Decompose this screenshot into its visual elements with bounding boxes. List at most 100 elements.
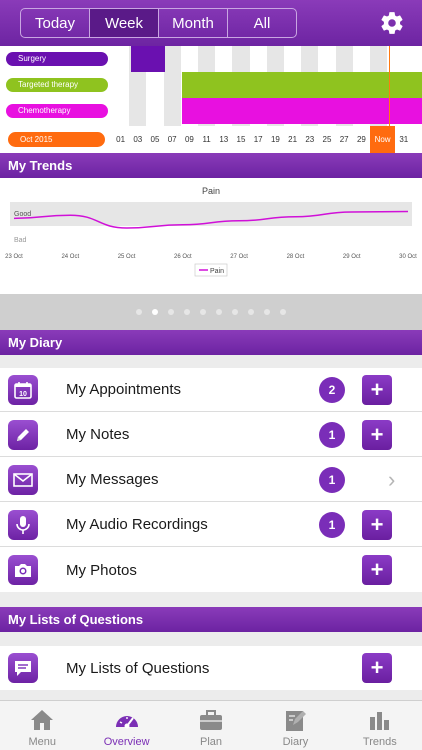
timeline-date-axis: Oct 2015 01 03 05 07 09 11 13 15 17 19 21 23 25 27 29 N… — [0, 126, 422, 153]
date-cell[interactable]: 13 — [215, 126, 232, 153]
date-cell[interactable]: 29 — [353, 126, 370, 153]
chevron-right-icon[interactable]: › — [388, 467, 395, 493]
pencil-icon — [8, 419, 38, 450]
page-indicator[interactable] — [0, 294, 422, 330]
questions-row[interactable]: My Lists of Questions + — [0, 646, 422, 690]
add-question-list-button[interactable]: + — [362, 653, 392, 683]
x-tick-label: 28 Oct — [287, 254, 305, 260]
page-dot[interactable] — [216, 309, 222, 315]
date-cell[interactable]: 31 — [395, 126, 412, 153]
add-note-button[interactable]: + — [362, 419, 392, 450]
y-label-bad: Bad — [14, 237, 27, 244]
segment-all[interactable]: All — [228, 9, 296, 37]
diary-list: 10 My Appointments 2 + My Notes 1 + My M… — [0, 368, 422, 592]
questions-list: My Lists of Questions + — [0, 646, 422, 690]
date-cell[interactable]: 03 — [129, 126, 146, 153]
diary-row-notes[interactable]: My Notes 1 + — [0, 413, 422, 457]
tab-label-overview: Overview — [103, 736, 150, 748]
targeted-therapy-bar — [182, 72, 422, 98]
y-label-good: Good — [14, 211, 31, 218]
badge-messages-count: 1 — [319, 466, 345, 493]
date-cell[interactable]: 01 — [112, 126, 129, 153]
section-header-questions: My Lists of Questions — [0, 607, 422, 632]
add-photo-button[interactable]: + — [362, 555, 392, 585]
segment-month[interactable]: Month — [159, 9, 228, 37]
badge-appointments-count: 2 — [319, 376, 345, 403]
x-tick-label: 29 Oct — [343, 254, 361, 260]
page-dot[interactable] — [152, 309, 158, 315]
notebook-icon — [286, 711, 307, 731]
date-cell[interactable]: 09 — [181, 126, 198, 153]
page-dot[interactable] — [168, 309, 174, 315]
page-dot[interactable] — [280, 309, 286, 315]
microphone-icon — [8, 509, 38, 540]
section-header-trends: My Trends — [0, 153, 422, 178]
speedometer-icon — [115, 716, 138, 729]
page-dot[interactable] — [232, 309, 238, 315]
tab-bar: Menu Overview Plan Diary Trends — [0, 700, 422, 750]
home-icon — [31, 710, 54, 730]
legend-label-pain: Pain — [210, 268, 224, 275]
page-dot[interactable] — [200, 309, 206, 315]
briefcase-icon — [200, 710, 223, 730]
segment-today[interactable]: Today — [21, 9, 90, 37]
date-cell[interactable]: 17 — [250, 126, 267, 153]
page-dot[interactable] — [184, 309, 190, 315]
row-label-photos: My Photos — [66, 561, 137, 579]
tab-overview[interactable]: Overview — [84, 701, 168, 750]
camera-icon — [8, 555, 38, 585]
chemotherapy-bar — [182, 98, 422, 124]
x-tick-label: 30 Oct — [399, 254, 417, 260]
tab-label-plan: Plan — [200, 736, 223, 748]
page-dot[interactable] — [248, 309, 254, 315]
pain-trend-chart: Pain Good Bad 23 Oct 24 Oct 25 Oct 26 Oct 27… — [5, 186, 417, 277]
calendar-icon-day: 10 — [19, 391, 27, 398]
row-label-questions: My Lists of Questions — [66, 659, 210, 677]
chat-icon — [8, 653, 38, 683]
x-tick-label: 26 Oct — [174, 254, 192, 260]
tab-diary[interactable]: Diary — [253, 701, 337, 750]
timeline-row-surgery: Surgery — [0, 46, 422, 72]
diary-row-appointments[interactable]: 10 My Appointments 2 + — [0, 368, 422, 412]
surgery-bar — [131, 46, 165, 72]
diary-row-photos[interactable]: My Photos + — [0, 548, 422, 592]
month-label[interactable]: Oct 2015 — [8, 132, 105, 147]
date-cell[interactable]: 23 — [301, 126, 318, 153]
gear-icon[interactable] — [379, 10, 405, 36]
date-cell[interactable]: 07 — [164, 126, 181, 153]
date-cell[interactable]: 19 — [267, 126, 284, 153]
badge-audio-count: 1 — [319, 511, 345, 538]
timeline-row-chemotherapy: Chemotherapy — [0, 98, 422, 124]
period-segmented-control: Today Week Month All — [20, 8, 297, 38]
trends-chart-panel[interactable]: Pain Good Bad 23 Oct 24 Oct 25 Oct 26 Oct 27… — [0, 178, 422, 294]
x-tick-label: 27 Oct — [230, 254, 248, 260]
now-marker-line — [389, 46, 390, 126]
tab-label-menu: Menu — [28, 736, 56, 748]
date-cell-now[interactable]: Now — [370, 126, 396, 153]
date-cell[interactable]: 21 — [284, 126, 301, 153]
date-cell[interactable]: 15 — [232, 126, 249, 153]
page-dot[interactable] — [264, 309, 270, 315]
tab-trends[interactable]: Trends — [338, 701, 422, 750]
treatment-timeline[interactable]: Surgery Targeted therapy Chemotherapy Oc… — [0, 46, 422, 153]
add-audio-recording-button[interactable]: + — [362, 509, 392, 540]
date-cell[interactable]: 27 — [336, 126, 353, 153]
add-appointment-button[interactable]: + — [362, 374, 392, 405]
segment-week[interactable]: Week — [90, 9, 159, 37]
x-tick-label: 24 Oct — [61, 254, 79, 260]
tab-plan[interactable]: Plan — [169, 701, 253, 750]
section-header-diary: My Diary — [0, 330, 422, 355]
tab-menu[interactable]: Menu — [0, 701, 84, 750]
page-dot[interactable] — [136, 309, 142, 315]
badge-notes-count: 1 — [319, 421, 345, 448]
x-tick-label: 25 Oct — [118, 254, 136, 260]
date-cell[interactable]: 11 — [198, 126, 215, 153]
diary-row-messages[interactable]: My Messages 1 › — [0, 458, 422, 502]
targeted-therapy-label: Targeted therapy — [6, 78, 108, 92]
timeline-row-targeted-therapy: Targeted therapy — [0, 72, 422, 98]
row-label-notes: My Notes — [66, 426, 130, 443]
date-cell[interactable]: 05 — [146, 126, 163, 153]
date-cell[interactable]: 25 — [318, 126, 335, 153]
diary-row-audio-recordings[interactable]: My Audio Recordings 1 + — [0, 503, 422, 547]
calendar-icon: 10 — [8, 374, 38, 405]
